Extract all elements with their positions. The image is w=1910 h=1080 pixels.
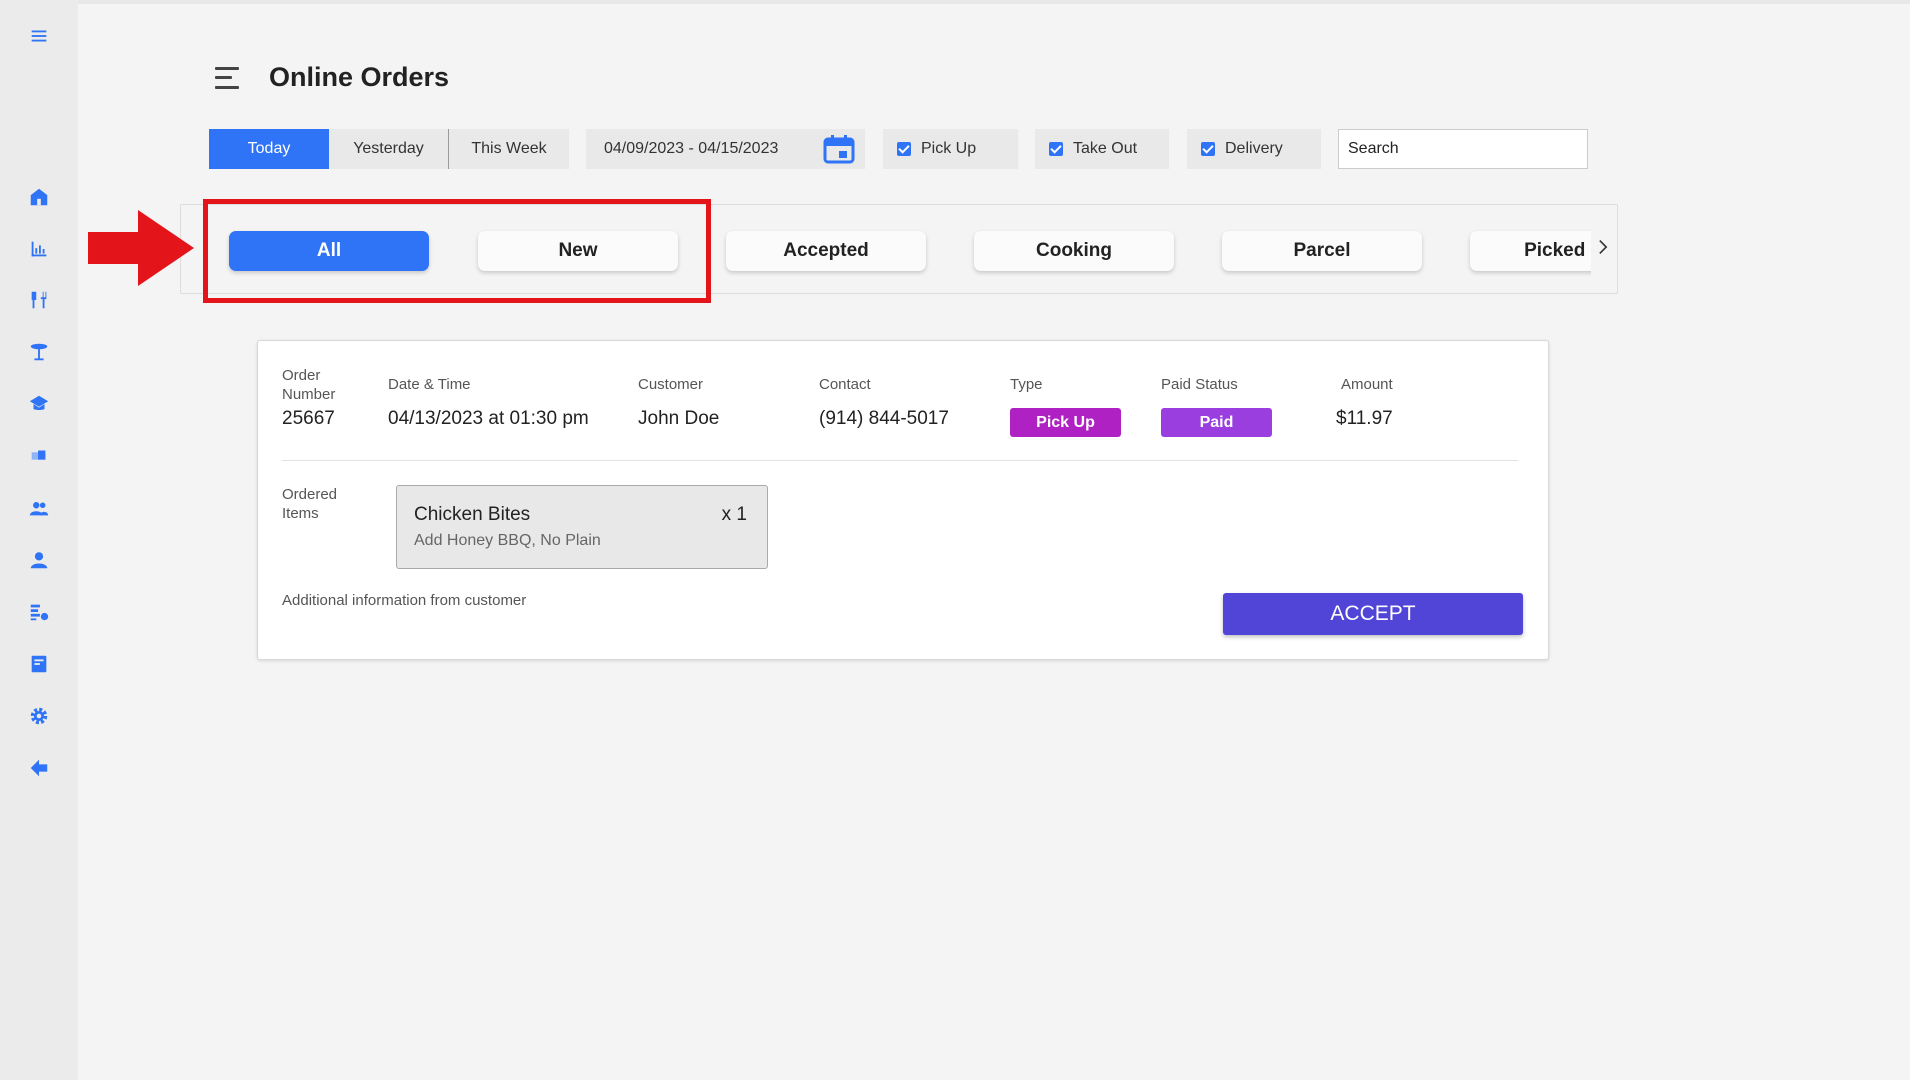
search-input[interactable] bbox=[1338, 129, 1588, 169]
annotation-arrow-icon bbox=[88, 210, 194, 286]
pickup-checkbox[interactable]: Pick Up bbox=[883, 129, 1018, 169]
status-tab-parcel[interactable]: Parcel bbox=[1222, 231, 1422, 271]
paid-status-label: Paid Status bbox=[1161, 376, 1238, 393]
list-icon[interactable] bbox=[25, 598, 53, 626]
takeout-label: Take Out bbox=[1073, 140, 1138, 157]
utensils-icon[interactable] bbox=[25, 286, 53, 314]
top-bar bbox=[78, 0, 1910, 4]
menu-toggle-icon[interactable] bbox=[215, 66, 239, 89]
contact-label: Contact bbox=[819, 376, 871, 393]
checkbox-checked-icon[interactable] bbox=[1201, 142, 1215, 156]
home-icon[interactable] bbox=[25, 183, 53, 211]
date-time-label: Date & Time bbox=[388, 376, 471, 393]
status-tab-new[interactable]: New bbox=[478, 231, 678, 271]
ordered-items-label: Ordered Items bbox=[282, 486, 338, 522]
chevron-right-icon[interactable] bbox=[1593, 235, 1613, 259]
delivery-label: Delivery bbox=[1225, 140, 1283, 157]
status-filter-strip: All New Accepted Cooking Parcel Picked U… bbox=[180, 204, 1618, 294]
card-divider bbox=[282, 460, 1518, 461]
takeout-checkbox[interactable]: Take Out bbox=[1035, 129, 1169, 169]
chef-hat-icon[interactable] bbox=[25, 390, 53, 418]
order-card: Order Number 25667 Date & Time 04/13/202… bbox=[257, 340, 1549, 660]
type-badge: Pick Up bbox=[1010, 408, 1121, 437]
tickets-icon[interactable] bbox=[25, 442, 53, 470]
amount-value: $11.97 bbox=[1336, 408, 1393, 429]
item-name: Chicken Bites bbox=[414, 504, 531, 525]
calendar-icon[interactable] bbox=[823, 134, 855, 164]
date-time-value: 04/13/2023 at 01:30 pm bbox=[388, 408, 589, 429]
date-range-field[interactable]: 04/09/2023 - 04/15/2023 bbox=[586, 129, 865, 169]
page-header: Online Orders bbox=[215, 62, 449, 93]
range-yesterday-button[interactable]: Yesterday bbox=[329, 129, 449, 169]
gear-icon[interactable] bbox=[25, 702, 53, 730]
users-icon[interactable] bbox=[25, 494, 53, 522]
customer-value: John Doe bbox=[638, 408, 720, 429]
status-tab-cooking[interactable]: Cooking bbox=[974, 231, 1174, 271]
item-modifiers: Add Honey BBQ, No Plain bbox=[414, 532, 601, 549]
table-icon[interactable] bbox=[25, 338, 53, 366]
status-tab-all[interactable]: All bbox=[229, 231, 429, 271]
additional-info-label: Additional information from customer bbox=[282, 592, 527, 609]
sidebar bbox=[0, 0, 78, 1080]
contact-value: (914) 844-5017 bbox=[819, 408, 949, 429]
pickup-label: Pick Up bbox=[921, 140, 977, 157]
ordered-item: Chicken Bites x 1 Add Honey BBQ, No Plai… bbox=[396, 485, 768, 569]
checkbox-checked-icon[interactable] bbox=[897, 142, 911, 156]
date-range-value: 04/09/2023 - 04/15/2023 bbox=[604, 140, 779, 157]
range-today-button[interactable]: Today bbox=[209, 129, 329, 169]
bar-chart-icon[interactable] bbox=[25, 235, 53, 263]
delivery-checkbox[interactable]: Delivery bbox=[1187, 129, 1321, 169]
page-title: Online Orders bbox=[269, 62, 450, 92]
accept-button[interactable]: ACCEPT bbox=[1223, 593, 1523, 635]
paid-status-badge: Paid bbox=[1161, 408, 1272, 437]
status-tab-picked-up[interactable]: Picked Up bbox=[1470, 231, 1591, 271]
checkbox-checked-icon[interactable] bbox=[1049, 142, 1063, 156]
user-icon[interactable] bbox=[25, 546, 53, 574]
date-range-toggle: Today Yesterday This Week bbox=[209, 129, 569, 169]
hamburger-menu-icon[interactable] bbox=[25, 22, 53, 50]
document-icon[interactable] bbox=[25, 650, 53, 678]
customer-label: Customer bbox=[638, 376, 704, 393]
logout-arrow-icon[interactable] bbox=[25, 754, 53, 782]
order-number-value: 25667 bbox=[282, 408, 335, 429]
amount-label: Amount bbox=[1341, 376, 1393, 393]
item-quantity: x 1 bbox=[721, 504, 747, 525]
status-tab-accepted[interactable]: Accepted bbox=[726, 231, 926, 271]
type-label: Type bbox=[1010, 376, 1043, 393]
order-number-label: Order Number bbox=[282, 367, 336, 403]
range-this-week-button[interactable]: This Week bbox=[449, 129, 569, 169]
